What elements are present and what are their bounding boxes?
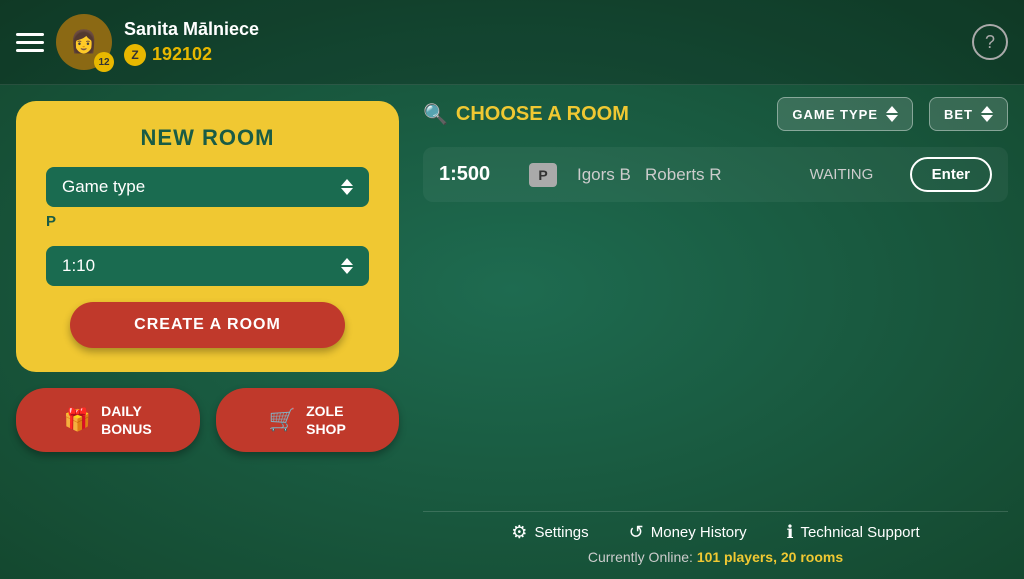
avatar-badge: 12: [94, 52, 114, 72]
game-type-filter-arrows: [886, 106, 898, 122]
user-balance: Z 192102: [124, 44, 972, 66]
new-room-title: NEW ROOM: [141, 125, 275, 151]
enter-room-button[interactable]: Enter: [910, 157, 992, 192]
balance-amount: 192102: [152, 44, 212, 65]
online-highlight: 101 players, 20 rooms: [697, 549, 843, 565]
technical-support-link[interactable]: ℹ Technical Support: [787, 522, 920, 543]
bet-select[interactable]: 1:10: [46, 246, 369, 286]
game-type-label: Game type: [62, 177, 145, 197]
help-button[interactable]: ?: [972, 24, 1008, 60]
settings-icon: ⚙: [511, 522, 527, 543]
room-list: 1:500 P Igors B Roberts R WAITING Enter: [423, 147, 1008, 511]
choose-room-header: 🔍 CHOOSE A ROOM GAME TYPE BET: [423, 97, 1008, 131]
room-players: Igors B Roberts R: [577, 165, 790, 185]
technical-support-label: Technical Support: [800, 524, 919, 541]
settings-link[interactable]: ⚙ Settings: [511, 522, 588, 543]
create-room-button[interactable]: CREATE A ROOM: [70, 302, 345, 348]
bet-filter-button[interactable]: BET: [929, 97, 1008, 131]
money-history-link[interactable]: ↺ Money History: [629, 522, 747, 543]
app-header: 👩 12 Sanita Mālniece Z 192102 ?: [0, 0, 1024, 85]
footer: ⚙ Settings ↺ Money History ℹ Technical S…: [423, 511, 1008, 571]
zole-shop-icon: 🛒: [269, 407, 296, 433]
online-text: Currently Online:: [588, 549, 693, 565]
room-type-badge: P: [529, 163, 557, 187]
zole-shop-text: ZOLE SHOP: [306, 402, 346, 438]
main-layout: NEW ROOM Game type P 1:10 CREATE A ROOM: [0, 85, 1024, 579]
daily-bonus-button[interactable]: 🎁 DAILY BONUS: [16, 388, 200, 452]
room-status: WAITING: [810, 166, 890, 183]
bet-filter-label: BET: [944, 107, 973, 122]
game-type-filter-button[interactable]: GAME TYPE: [777, 97, 913, 131]
zole-shop-button[interactable]: 🛒 ZOLE SHOP: [216, 388, 400, 452]
bet-arrows: [341, 258, 353, 274]
table-row: 1:500 P Igors B Roberts R WAITING Enter: [423, 147, 1008, 202]
game-type-filter-label: GAME TYPE: [792, 107, 878, 122]
user-name: Sanita Mālniece: [124, 19, 972, 40]
money-history-icon: ↺: [629, 522, 644, 543]
online-info: Currently Online: 101 players, 20 rooms: [588, 549, 843, 565]
zole-icon: Z: [124, 44, 146, 66]
left-panel: NEW ROOM Game type P 1:10 CREATE A ROOM: [0, 85, 415, 579]
search-icon: 🔍: [423, 102, 448, 127]
bet-label: 1:10: [62, 256, 95, 276]
daily-bonus-text: DAILY BONUS: [101, 402, 152, 438]
technical-support-icon: ℹ: [787, 522, 794, 543]
daily-bonus-icon: 🎁: [64, 407, 91, 433]
bottom-buttons: 🎁 DAILY BONUS 🛒 ZOLE SHOP: [16, 388, 399, 452]
game-type-select[interactable]: Game type: [46, 167, 369, 207]
right-panel: 🔍 CHOOSE A ROOM GAME TYPE BET 1:50: [415, 85, 1024, 579]
game-type-sublabel: P: [46, 213, 56, 230]
user-info: Sanita Mālniece Z 192102: [124, 19, 972, 66]
new-room-card: NEW ROOM Game type P 1:10 CREATE A ROOM: [16, 101, 399, 372]
money-history-label: Money History: [651, 524, 747, 541]
room-bet: 1:500: [439, 163, 509, 186]
settings-label: Settings: [534, 524, 588, 541]
choose-room-label: 🔍 CHOOSE A ROOM: [423, 102, 761, 127]
game-type-arrows: [341, 179, 353, 195]
avatar-wrap: 👩 12: [56, 14, 112, 70]
menu-button[interactable]: [16, 33, 44, 52]
bet-filter-arrows: [981, 106, 993, 122]
footer-links: ⚙ Settings ↺ Money History ℹ Technical S…: [511, 522, 919, 543]
avatar-emoji: 👩: [70, 29, 97, 55]
choose-room-text: CHOOSE A ROOM: [456, 103, 629, 126]
